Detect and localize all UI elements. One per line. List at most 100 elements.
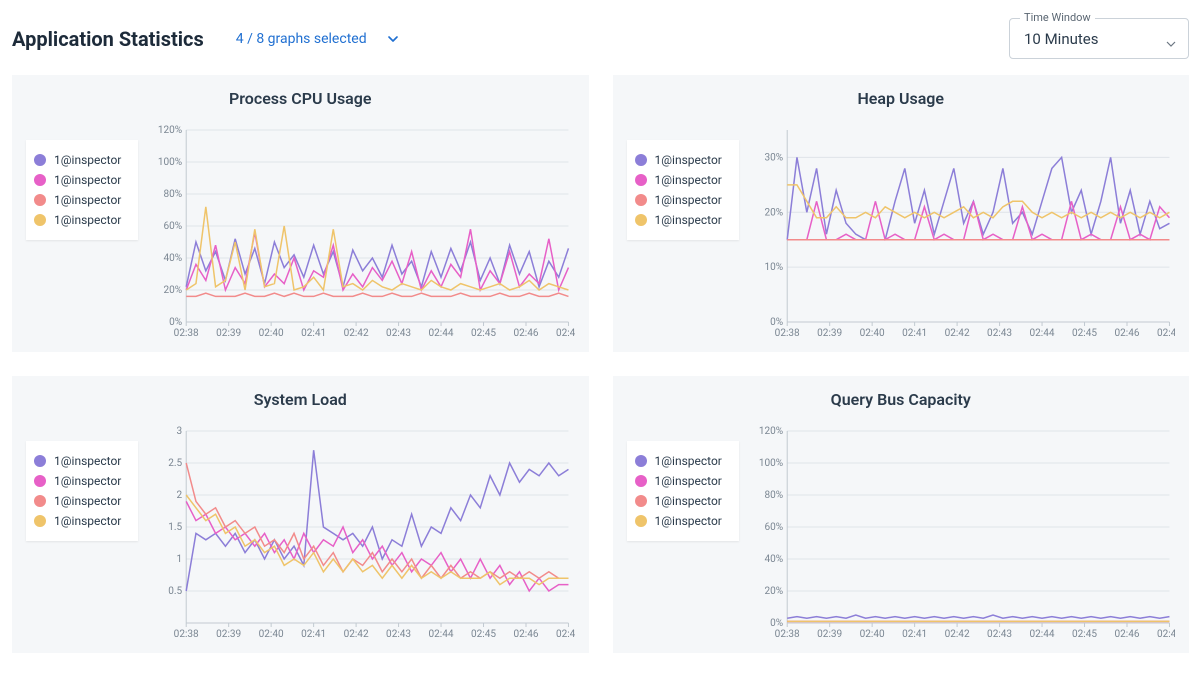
svg-text:3: 3 [177,426,183,437]
svg-text:02:46: 02:46 [1114,629,1139,640]
svg-text:02:41: 02:41 [301,328,326,339]
legend-label: 1@inspector [54,514,121,528]
svg-text:02:47: 02:47 [1156,328,1175,339]
svg-text:120%: 120% [758,426,782,437]
svg-text:100%: 100% [758,458,782,469]
legend-label: 1@inspector [54,454,121,468]
legend-row[interactable]: 1@inspector [34,210,130,230]
legend-color-dot [635,214,647,226]
legend-label: 1@inspector [54,494,121,508]
legend-row[interactable]: 1@inspector [34,190,130,210]
legend-label: 1@inspector [655,494,722,508]
legend-heap: 1@inspector1@inspector1@inspector1@inspe… [627,140,739,240]
svg-text:02:39: 02:39 [216,629,241,640]
svg-text:20%: 20% [164,285,183,296]
legend-row[interactable]: 1@inspector [34,471,130,491]
svg-text:60%: 60% [164,221,183,232]
svg-text:40%: 40% [764,554,783,565]
svg-text:02:38: 02:38 [774,629,799,640]
svg-text:02:41: 02:41 [902,328,927,339]
panel-qbus: Query Bus Capacity 1@inspector1@inspecto… [613,376,1190,653]
svg-text:02:46: 02:46 [513,328,538,339]
svg-text:02:39: 02:39 [817,629,842,640]
legend-label: 1@inspector [54,213,121,227]
svg-text:80%: 80% [764,490,783,501]
svg-text:02:43: 02:43 [987,629,1012,640]
svg-text:02:46: 02:46 [513,629,538,640]
legend-row[interactable]: 1@inspector [34,451,130,471]
plot-wrap-heap: 0%10%20%30%02:3802:3902:4002:4102:4202:4… [753,122,1176,342]
chart-area-qbus: 1@inspector 1@inspector 1@inspector 1@inspe… [627,423,1176,643]
legend-row[interactable]: 1@inspector [635,170,731,190]
legend-row[interactable]: 1@inspector [34,511,130,531]
svg-text:02:41: 02:41 [902,629,927,640]
svg-text:0%: 0% [169,317,182,328]
svg-text:02:43: 02:43 [987,328,1012,339]
page-title: Application Statistics [12,27,204,51]
legend-row[interactable]: 1@inspector [635,491,731,511]
plot-heap[interactable]: 0%10%20%30%02:3802:3902:4002:4102:4202:4… [753,122,1176,342]
svg-text:02:42: 02:42 [944,328,969,339]
svg-text:02:38: 02:38 [774,328,799,339]
legend-color-dot [635,495,647,507]
legend-row[interactable]: 1@inspector [635,511,731,531]
legend-label: 1@inspector [655,474,722,488]
graphs-selected-text: 4 / 8 graphs selected [236,31,367,47]
svg-text:1.5: 1.5 [168,522,182,533]
legend-cpu: 1@inspector1@inspector1@inspector1@inspe… [26,140,138,240]
panel-title-load: System Load [26,390,575,409]
svg-text:02:40: 02:40 [859,629,884,640]
plot-wrap-cpu: 0%20%40%60%80%100%120%02:3802:3902:4002:… [152,122,575,342]
svg-text:100%: 100% [158,157,182,168]
legend-row[interactable]: 1@inspector [635,150,731,170]
panel-load: System Load 1@inspector1@inspector1@insp… [12,376,589,653]
legend-row[interactable]: 1@inspector [635,451,731,471]
legend-row[interactable]: 1@inspector [635,210,731,230]
svg-text:02:47: 02:47 [556,328,575,339]
legend-color-dot [635,174,647,186]
svg-text:120%: 120% [158,125,182,136]
plot-load[interactable]: 0.511.522.5302:3802:3902:4002:4102:4202:… [152,423,575,643]
legend-row[interactable]: 1@inspector [34,150,130,170]
svg-text:02:42: 02:42 [944,629,969,640]
plot-cpu[interactable]: 0%20%40%60%80%100%120%02:3802:3902:4002:… [152,122,575,342]
svg-text:02:44: 02:44 [1029,629,1054,640]
plot-wrap-load: 0.511.522.5302:3802:3902:4002:4102:4202:… [152,423,575,643]
svg-text:20%: 20% [764,207,783,218]
plot-qbus[interactable]: 0%20%40%60%80%100%120%02:3802:3902:4002:… [753,423,1176,643]
svg-text:40%: 40% [164,253,183,264]
graphs-selected-toggle[interactable]: 4 / 8 graphs selected [236,31,401,47]
legend-label: 1@inspector [54,474,121,488]
svg-text:02:42: 02:42 [344,328,369,339]
svg-text:02:39: 02:39 [216,328,241,339]
time-window-value: 10 Minutes [1024,30,1098,48]
chart-area-load: 1@inspector 1@inspector 1@inspector 1@inspe… [26,423,575,643]
legend-row[interactable]: 1@inspector [635,471,731,491]
legend-color-dot [34,154,46,166]
svg-text:02:40: 02:40 [859,328,884,339]
legend-color-dot [635,475,647,487]
legend-color-dot [34,475,46,487]
legend-qbus: 1@inspector 1@inspector 1@inspector 1@inspe… [627,441,739,541]
panel-grid: Process CPU Usage 1@inspector1@inspector… [0,75,1201,673]
panel-cpu: Process CPU Usage 1@inspector1@inspector… [12,75,589,352]
svg-text:0%: 0% [770,317,783,328]
svg-text:02:40: 02:40 [259,328,284,339]
svg-text:02:45: 02:45 [471,328,496,339]
time-window-label: Time Window [1020,11,1095,24]
legend-row[interactable]: 1@inspector [34,170,130,190]
chart-area-cpu: 1@inspector1@inspector1@inspector1@inspe… [26,122,575,342]
svg-text:02:38: 02:38 [174,328,199,339]
legend-label: 1@inspector [655,514,722,528]
svg-text:02:40: 02:40 [259,629,284,640]
time-window-select[interactable]: Time Window 10 Minutes [1009,18,1189,59]
legend-row[interactable]: 1@inspector [34,491,130,511]
svg-text:10%: 10% [764,262,783,273]
svg-text:02:44: 02:44 [429,629,454,640]
panel-title-cpu: Process CPU Usage [26,89,575,108]
legend-row[interactable]: 1@inspector [635,190,731,210]
svg-text:02:47: 02:47 [556,629,575,640]
legend-label: 1@inspector [655,213,722,227]
dropdown-caret-icon [1166,34,1176,44]
legend-color-dot [635,154,647,166]
